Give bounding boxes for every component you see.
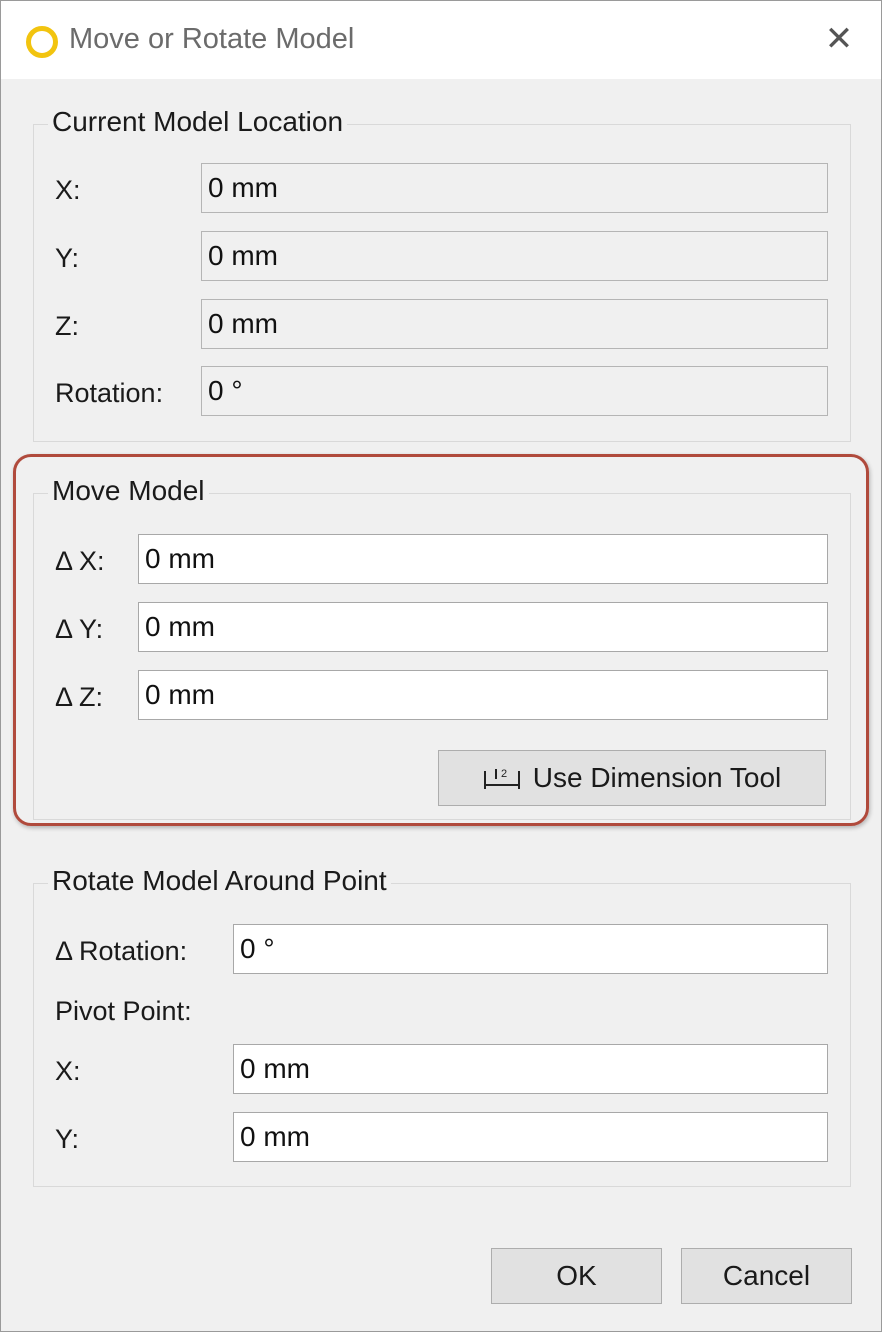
current-y-label: Y: [55, 243, 80, 273]
current-rotation-label: Rotation: [55, 378, 164, 408]
delta-y-input[interactable] [138, 602, 828, 652]
dimension-ruler-icon: 2 [483, 765, 521, 791]
use-dimension-tool-label: Use Dimension Tool [532, 762, 782, 793]
delta-z-label: Δ Z: [55, 682, 104, 712]
delta-x-label: Δ X: [55, 546, 105, 576]
move-rotate-dialog: Move or Rotate Model ✕ Current Model Loc… [0, 0, 882, 1332]
close-button[interactable]: ✕ [817, 19, 861, 59]
current-y-field [201, 231, 828, 281]
delta-y-label: Δ Y: [55, 614, 104, 644]
rotate-model-title: Rotate Model Around Point [48, 865, 391, 897]
pivot-y-input[interactable] [233, 1112, 828, 1162]
delta-rotation-label: Δ Rotation: [55, 936, 188, 966]
pivot-point-label: Pivot Point: [55, 996, 192, 1026]
current-location-title: Current Model Location [48, 106, 348, 138]
delta-rotation-input[interactable] [233, 924, 828, 974]
close-icon: ✕ [824, 20, 854, 58]
current-rotation-field [201, 366, 828, 416]
move-model-title: Move Model [48, 475, 209, 507]
title-bar: Move or Rotate Model ✕ [1, 1, 881, 79]
circle-logo-icon [26, 26, 58, 58]
delta-z-input[interactable] [138, 670, 828, 720]
current-x-label: X: [55, 175, 81, 205]
svg-text:2: 2 [501, 768, 507, 780]
pivot-x-input[interactable] [233, 1044, 828, 1094]
ok-button[interactable]: OK [491, 1248, 662, 1304]
current-x-field [201, 163, 828, 213]
current-z-field [201, 299, 828, 349]
current-z-label: Z: [55, 311, 79, 341]
pivot-x-label: X: [55, 1056, 81, 1086]
pivot-y-label: Y: [55, 1124, 80, 1154]
use-dimension-tool-button[interactable]: 2 Use Dimension Tool [438, 750, 826, 806]
delta-x-input[interactable] [138, 534, 828, 584]
window-title: Move or Rotate Model [69, 23, 355, 55]
cancel-button[interactable]: Cancel [681, 1248, 852, 1304]
